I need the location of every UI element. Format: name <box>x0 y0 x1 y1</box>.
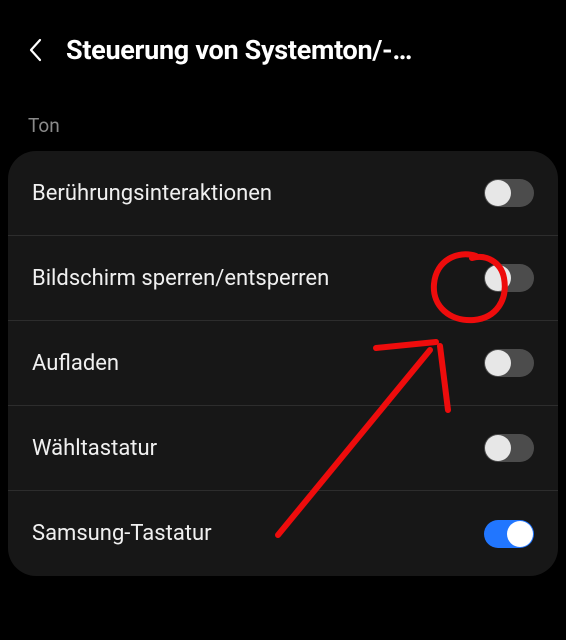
section-label: Ton <box>0 86 566 151</box>
row-label: Bildschirm sperren/entsperren <box>32 266 329 291</box>
settings-panel: Berührungsinteraktionen Bildschirm sperr… <box>8 151 558 576</box>
toggle-samsung-keyboard[interactable] <box>484 520 534 548</box>
row-label: Samsung-Tastatur <box>32 521 212 546</box>
row-touch-interactions[interactable]: Berührungsinteraktionen <box>8 151 558 236</box>
row-charging[interactable]: Aufladen <box>8 321 558 406</box>
toggle-lock-unlock-screen[interactable] <box>484 264 534 292</box>
page-title: Steuerung von Systemton/-… <box>66 34 412 66</box>
toggle-charging[interactable] <box>484 349 534 377</box>
row-label: Aufladen <box>32 351 119 376</box>
row-label: Berührungsinteraktionen <box>32 181 272 206</box>
toggle-touch-interactions[interactable] <box>484 179 534 207</box>
header: Steuerung von Systemton/-… <box>0 0 566 86</box>
row-lock-unlock-screen[interactable]: Bildschirm sperren/entsperren <box>8 236 558 321</box>
toggle-dialpad[interactable] <box>484 434 534 462</box>
back-icon[interactable] <box>22 37 48 63</box>
row-label: Wähltastatur <box>32 436 157 461</box>
row-dialpad[interactable]: Wähltastatur <box>8 406 558 491</box>
row-samsung-keyboard[interactable]: Samsung-Tastatur <box>8 491 558 576</box>
